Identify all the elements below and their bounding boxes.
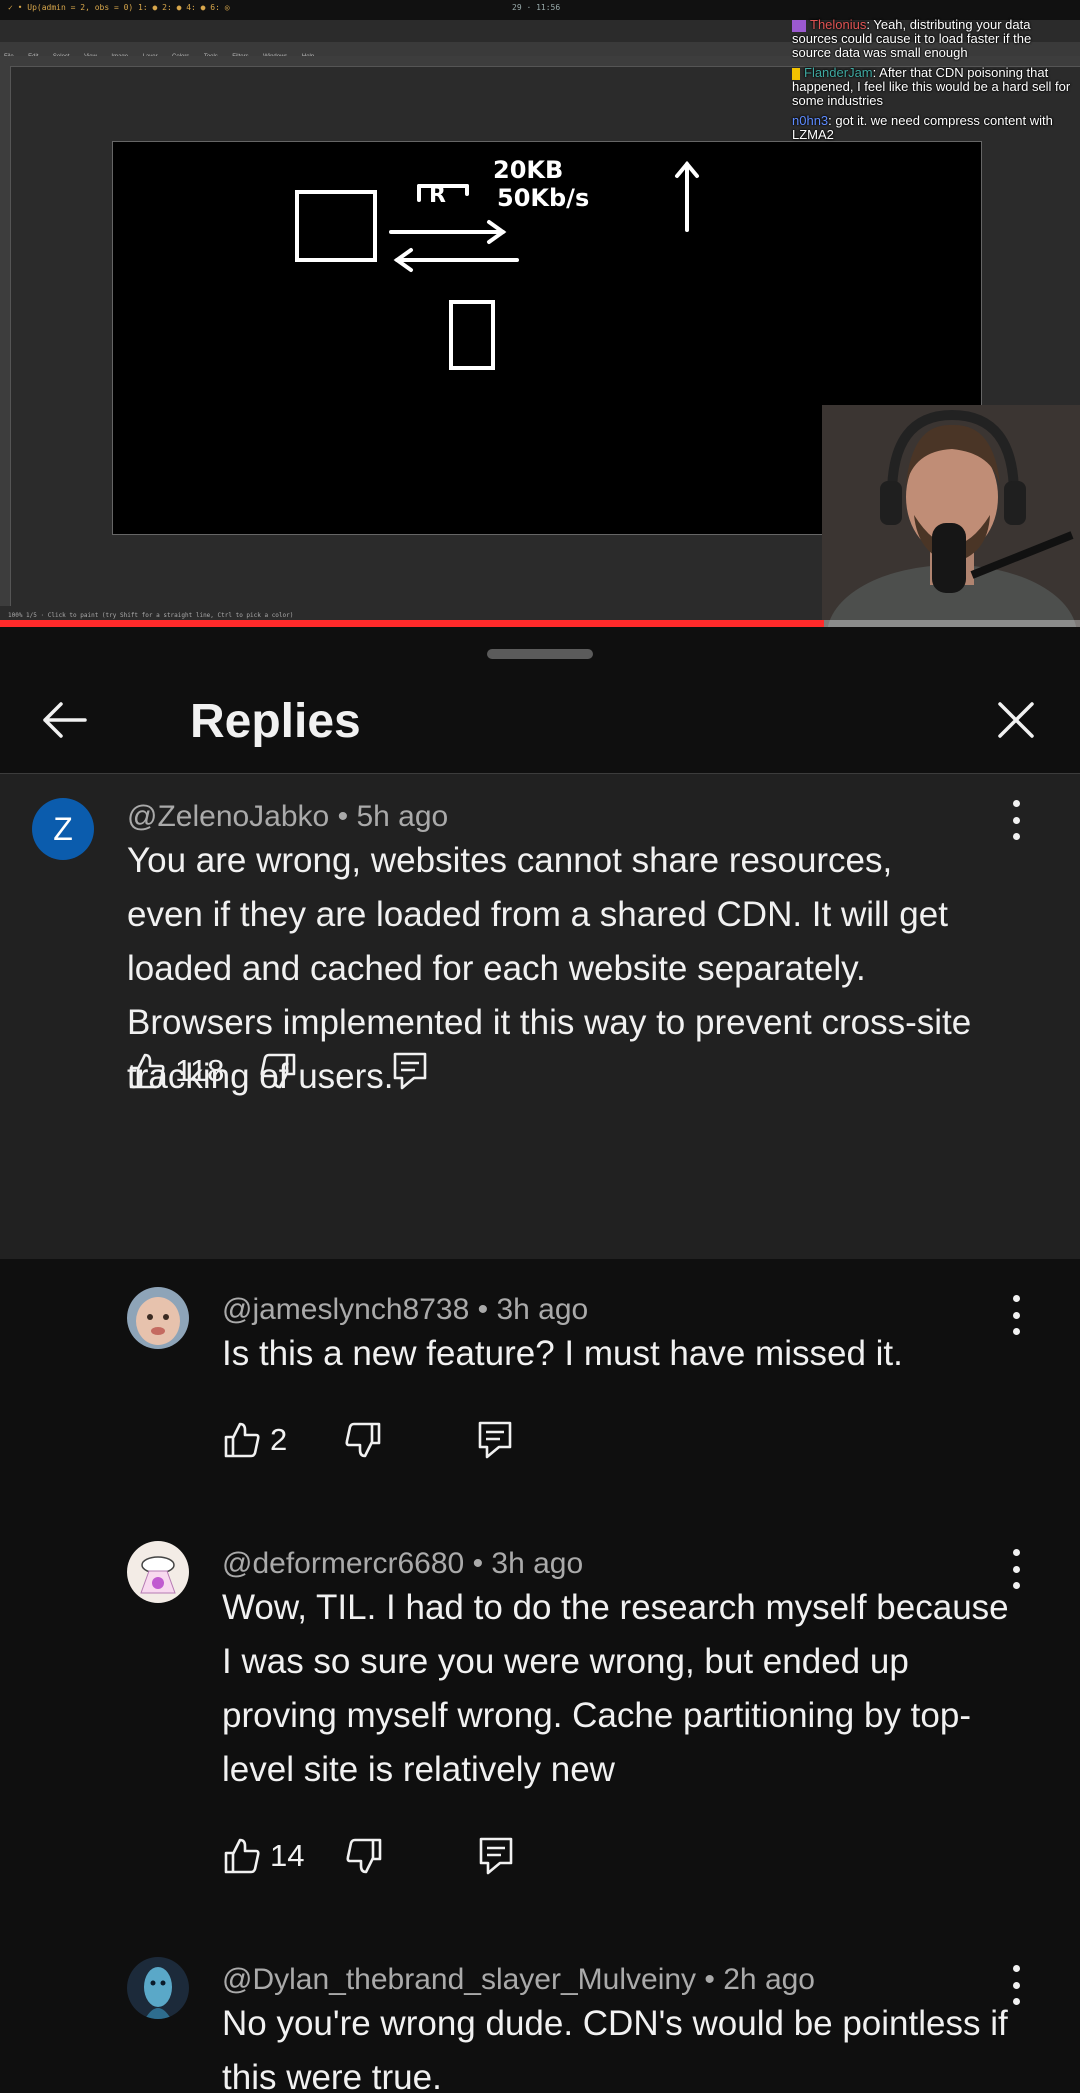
comment-text: Is this a new feature? I must have misse… xyxy=(222,1334,903,1373)
video-progress-fill xyxy=(0,620,825,627)
vertical-ruler xyxy=(0,66,11,606)
comment-author[interactable]: @Dylan_thebrand_slayer_Mulveiny xyxy=(222,1963,696,1996)
status-left-text: ✓ • Up(admin = 2, obs = 0) 1: ● 2: ● 4: … xyxy=(8,3,230,12)
meta-separator: • xyxy=(469,1293,497,1326)
avatar[interactable] xyxy=(127,1957,189,2019)
baby-photo-avatar-icon xyxy=(127,1287,189,1349)
like-count: 14 xyxy=(270,1838,305,1873)
thumbs-down-icon xyxy=(346,1838,382,1874)
thumbs-up-icon xyxy=(224,1422,260,1458)
streamer-figure-icon xyxy=(822,405,1080,627)
meta-separator: • xyxy=(464,1547,492,1580)
reply-comment: @jameslynch8738 • 3h ago Is this a new f… xyxy=(0,1287,1080,1497)
label-speed: 50Kb/s xyxy=(497,184,589,212)
comment-meta: @ZelenoJabko • 5h ago xyxy=(127,800,448,834)
reply-comment: @Dylan_thebrand_slayer_Mulveiny • 2h ago… xyxy=(0,1957,1080,2093)
character-art-avatar-icon xyxy=(127,1957,189,2019)
like-button[interactable]: 118 xyxy=(127,1051,224,1091)
replies-header: Replies xyxy=(0,667,1080,774)
chat-message: FlanderJam: After that CDN poisoning tha… xyxy=(792,66,1072,108)
comment-time: 2h ago xyxy=(723,1963,815,1996)
arrow-left-icon xyxy=(43,702,87,738)
comment-meta: @Dylan_thebrand_slayer_Mulveiny • 2h ago xyxy=(222,1963,815,1997)
comment-actions: 118 xyxy=(127,1046,428,1096)
comment-time: 3h ago xyxy=(491,1547,584,1580)
meta-separator: • xyxy=(696,1963,724,1996)
sub-badge-icon xyxy=(792,19,806,32)
comment-text: No you're wrong dude. CDN's would be poi… xyxy=(222,2004,1008,2093)
replies-panel: Replies Z @ZelenoJabko • 5h ago You are … xyxy=(0,627,1080,2093)
avatar[interactable] xyxy=(127,1287,189,1349)
comment-author[interactable]: @ZelenoJabko xyxy=(127,800,329,833)
reply-comment-icon xyxy=(394,1052,427,1090)
comment-actions: 2 xyxy=(222,1415,513,1465)
chat-username: Thelonius xyxy=(810,17,867,32)
meta-separator: • xyxy=(329,800,357,833)
comment-actions: 14 xyxy=(222,1831,514,1881)
editor-statusline: 100% 1/5 · Click to paint (try Shift for… xyxy=(8,612,294,619)
user-badge-icon xyxy=(792,67,800,80)
video-player[interactable]: ✓ • Up(admin = 2, obs = 0) 1: ● 2: ● 4: … xyxy=(0,0,1080,627)
dislike-button[interactable] xyxy=(344,1836,384,1876)
comment-text: Wow, TIL. I had to do the research mysel… xyxy=(222,1588,1009,1789)
parent-comment: Z @ZelenoJabko • 5h ago You are wrong, w… xyxy=(0,774,1080,1259)
comment-author[interactable]: @jameslynch8738 xyxy=(222,1293,469,1326)
like-count: 118 xyxy=(175,1053,225,1088)
close-button[interactable] xyxy=(986,695,1046,745)
reply-comment-icon xyxy=(480,1837,513,1875)
comment-author[interactable]: @deformercr6680 xyxy=(222,1547,464,1580)
chat-username: FlanderJam xyxy=(804,65,873,80)
status-clock: 29 · 11:56 xyxy=(512,3,561,12)
thumbs-up-icon xyxy=(129,1053,165,1089)
avatar[interactable] xyxy=(127,1541,189,1603)
chat-message: n0hn3: got it. we need compress content … xyxy=(792,114,1072,142)
thumbs-down-icon xyxy=(260,1053,296,1089)
reply-button[interactable] xyxy=(478,1836,514,1876)
streamer-webcam xyxy=(822,405,1080,627)
label-size: 20KB xyxy=(493,156,563,184)
like-button[interactable]: 2 xyxy=(222,1420,287,1460)
like-count: 2 xyxy=(270,1422,288,1457)
video-progress-bar[interactable] xyxy=(0,620,1080,627)
close-icon xyxy=(998,702,1034,738)
dislike-button[interactable] xyxy=(258,1051,298,1091)
reply-comment: @deformercr6680 • 3h ago Wow, TIL. I had… xyxy=(0,1541,1080,1911)
thumbs-up-icon xyxy=(224,1838,260,1874)
box-client xyxy=(295,190,377,262)
ufo-cartoon-avatar-icon xyxy=(127,1541,189,1603)
reply-button[interactable] xyxy=(477,1420,513,1460)
page-title: Replies xyxy=(190,695,361,748)
avatar[interactable]: Z xyxy=(32,798,94,860)
back-button[interactable] xyxy=(34,695,94,745)
box-server xyxy=(449,300,495,370)
chat-text: : got it. we need compress content with … xyxy=(792,113,1053,142)
dislike-button[interactable] xyxy=(343,1420,383,1460)
comment-time: 5h ago xyxy=(356,800,449,833)
stream-chat-overlay: Thelonius: Yeah, distributing your data … xyxy=(792,18,1072,148)
comment-meta: @jameslynch8738 • 3h ago xyxy=(222,1293,588,1327)
label-r: R xyxy=(429,183,446,208)
drag-handle[interactable] xyxy=(487,649,593,659)
thumbs-down-icon xyxy=(345,1422,381,1458)
comment-time: 3h ago xyxy=(496,1293,589,1326)
like-button[interactable]: 14 xyxy=(222,1836,304,1876)
chat-username: n0hn3 xyxy=(792,113,829,128)
reply-button[interactable] xyxy=(392,1051,428,1091)
reply-comment-icon xyxy=(478,1421,512,1459)
chat-message: Thelonius: Yeah, distributing your data … xyxy=(792,18,1072,60)
comment-meta: @deformercr6680 • 3h ago xyxy=(222,1547,583,1581)
comment-menu-button[interactable] xyxy=(1004,800,1028,840)
